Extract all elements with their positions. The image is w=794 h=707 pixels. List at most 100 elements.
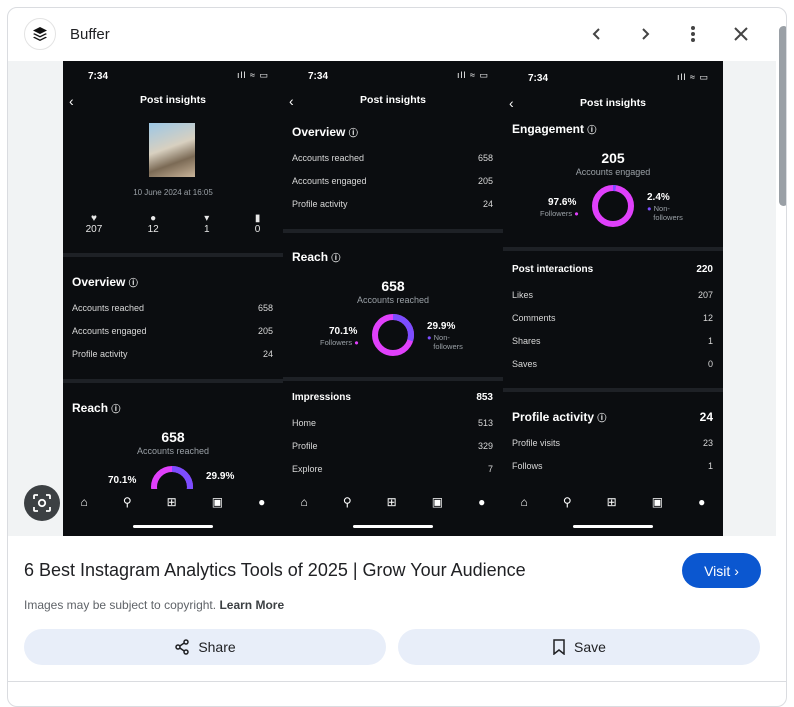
phone-screen-2: 7:34 ıll ≈ ▭ ‹ Post insights Overview ⓘ … [283, 61, 503, 536]
search-icon: ⚲ [122, 495, 132, 509]
source-name[interactable]: Buffer [70, 26, 110, 43]
reels-icon: ▣ [211, 495, 224, 509]
visit-label: Visit [704, 562, 731, 579]
non-followers-pct: 29.9% [206, 471, 235, 482]
reach-title: Reach ⓘ [72, 401, 121, 415]
impressions-row: Explore 7 [292, 464, 493, 474]
create-icon: ⊞ [606, 495, 617, 509]
save-button[interactable]: Save [398, 629, 760, 665]
comments-count: 12 [147, 224, 159, 235]
reach-value: 658 [161, 429, 185, 445]
profile-icon: ● [258, 495, 266, 509]
likes-count: 207 [85, 224, 103, 235]
divider [283, 229, 503, 233]
share-button[interactable]: Share [24, 629, 386, 665]
overview-row: Accounts engaged 205 [72, 326, 273, 336]
phone-screen-3: 7:34 ıll ≈ ▭ ‹ Post insights Engagement … [503, 61, 723, 536]
bottom-nav: ⌂ ⚲ ⊞ ▣ ● [283, 489, 503, 515]
more-vert-icon[interactable] [681, 22, 705, 46]
screen-title: Post insights [360, 94, 426, 106]
scrollbar[interactable] [779, 26, 786, 206]
image-preview-panel: Buffer 7:34 ıll ≈ ▭ ‹ Post insights 10 J… [7, 7, 787, 707]
divider [503, 247, 723, 251]
followers-label: Followers ● [540, 209, 579, 218]
reach-sub: Accounts reached [136, 446, 210, 456]
home-indicator [573, 525, 653, 528]
close-icon[interactable] [729, 22, 753, 46]
copyright-text: Images may be subject to copyright. [24, 598, 217, 612]
visit-button[interactable]: Visit › [682, 553, 761, 588]
overview-row: Accounts reached 658 [72, 303, 273, 313]
status-time: 7:34 [88, 71, 109, 82]
interactions-row: Shares 1 [512, 336, 713, 346]
panel-header: Buffer [8, 8, 786, 61]
reach-title: Reach ⓘ [292, 250, 341, 264]
engagement-value: 205 [601, 150, 625, 166]
heart-icon: ♥ [91, 213, 97, 224]
save-label: Save [574, 639, 606, 655]
reach-donut-chart [372, 314, 414, 356]
reels-icon: ▣ [431, 495, 444, 509]
screen-title: Post insights [140, 94, 206, 106]
lens-search-button[interactable] [24, 485, 60, 521]
overview-row: Accounts reached 658 [292, 153, 493, 163]
followers-pct: 70.1% [329, 326, 358, 337]
status-time: 7:34 [528, 73, 549, 84]
bottom-nav: ⌂ ⚲ ⊞ ▣ ● [503, 489, 723, 515]
share-icon: ▾ [204, 213, 210, 224]
home-indicator [353, 525, 433, 528]
screen-title: Post insights [580, 97, 646, 109]
bottom-nav: ⌂ ⚲ ⊞ ▣ ● [63, 489, 283, 515]
bookmark-icon: ▮ [254, 213, 261, 224]
preview-image-area[interactable]: 7:34 ıll ≈ ▭ ‹ Post insights 10 June 202… [8, 61, 776, 536]
profile-row: Profile visits 23 [512, 438, 713, 448]
overview-row: Accounts engaged 205 [292, 176, 493, 186]
status-icons: ıll ≈ ▭ [237, 70, 269, 80]
profile-icon: ● [478, 495, 486, 509]
search-icon: ⚲ [342, 495, 352, 509]
profile-icon: ● [698, 495, 706, 509]
create-icon: ⊞ [386, 495, 397, 509]
followers-label: Followers ● [320, 338, 359, 347]
interactions-row: Comments 12 [512, 313, 713, 323]
create-icon: ⊞ [166, 495, 177, 509]
post-thumbnail [149, 123, 195, 177]
post-date: 10 June 2024 at 16:05 [133, 188, 213, 197]
impressions-header: Impressions 853 [292, 392, 493, 403]
divider [8, 681, 786, 682]
divider [63, 379, 283, 383]
chevron-left-icon[interactable] [585, 22, 609, 46]
home-icon: ⌂ [520, 495, 528, 509]
followers-pct: 97.6% [548, 197, 577, 208]
divider [63, 253, 283, 257]
lens-icon [33, 494, 51, 512]
non-followers-label: ● Non- followers [647, 204, 683, 222]
engagement-sub: Accounts engaged [575, 167, 651, 177]
engagement-title: Engagement ⓘ [512, 122, 597, 136]
overview-row: Profile activity 24 [292, 199, 493, 209]
home-icon: ⌂ [300, 495, 308, 509]
non-followers-pct: 29.9% [427, 321, 456, 332]
overview-title: Overview ⓘ [72, 275, 138, 289]
followers-pct: 70.1% [108, 475, 137, 486]
reach-sub: Accounts reached [356, 295, 430, 305]
status-icons: ıll ≈ ▭ [677, 72, 709, 82]
result-title[interactable]: 6 Best Instagram Analytics Tools of 2025… [24, 560, 526, 581]
copyright-notice: Images may be subject to copyright. Lear… [24, 598, 284, 612]
phone-screen-1: 7:34 ıll ≈ ▭ ‹ Post insights 10 June 202… [63, 61, 283, 536]
share-label: Share [198, 639, 236, 655]
home-indicator [133, 525, 213, 528]
overview-row: Profile activity 24 [72, 349, 273, 359]
learn-more-link[interactable]: Learn More [219, 598, 284, 612]
home-icon: ⌂ [80, 495, 88, 509]
divider [503, 388, 723, 392]
reach-value: 658 [381, 278, 405, 294]
preview-image[interactable]: 7:34 ıll ≈ ▭ ‹ Post insights 10 June 202… [63, 61, 723, 536]
buffer-logo-icon[interactable] [24, 18, 56, 50]
comment-icon: ● [150, 213, 157, 224]
chevron-right-icon[interactable] [633, 22, 657, 46]
reels-icon: ▣ [651, 495, 664, 509]
interactions-row: Saves 0 [512, 359, 713, 369]
profile-row: Follows 1 [512, 461, 713, 471]
interactions-row: Likes 207 [512, 290, 713, 300]
